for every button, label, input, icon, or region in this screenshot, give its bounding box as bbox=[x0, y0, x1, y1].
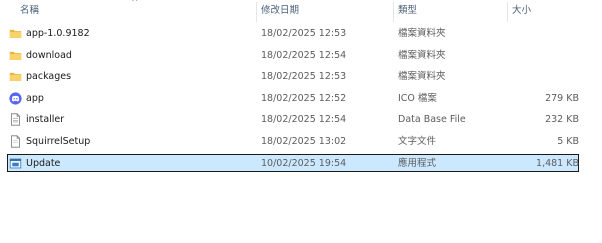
file-name: download bbox=[26, 49, 72, 61]
file-modified-date: 18/02/2025 12:52 bbox=[261, 92, 347, 104]
database-file-icon bbox=[11, 113, 20, 126]
file-rows: app-1.0.9182 18/02/2025 12:53 檔案資料夾 down… bbox=[0, 23, 602, 174]
column-header-type-label: 類型 bbox=[398, 5, 418, 16]
file-type: Data Base File bbox=[398, 114, 466, 126]
file-type: 檔案資料夾 bbox=[398, 71, 446, 83]
application-icon bbox=[9, 158, 22, 168]
file-name: SquirrelSetup bbox=[26, 135, 91, 147]
file-modified-date: 18/02/2025 12:54 bbox=[261, 114, 347, 126]
file-type: 檔案資料夾 bbox=[398, 28, 446, 39]
column-header-date-label: 修改日期 bbox=[261, 5, 300, 16]
file-name: Update bbox=[26, 157, 61, 169]
folder-icon bbox=[9, 73, 22, 82]
file-modified-date: 18/02/2025 12:54 bbox=[261, 49, 347, 61]
folder-icon bbox=[9, 51, 22, 60]
file-type: 文字文件 bbox=[398, 135, 437, 147]
file-row[interactable]: packages 18/02/2025 12:53 檔案資料夾 bbox=[0, 66, 602, 88]
folder-icon bbox=[9, 29, 22, 38]
file-size bbox=[510, 23, 579, 45]
column-header-type[interactable]: 類型 bbox=[393, 0, 505, 22]
file-size bbox=[510, 66, 579, 88]
column-header-bar: 名稱 ^ 修改日期 類型 大小 bbox=[0, 0, 602, 22]
file-type: 應用程式 bbox=[398, 157, 437, 169]
text-file-icon bbox=[11, 135, 20, 148]
file-modified-date: 18/02/2025 12:53 bbox=[261, 28, 347, 39]
column-header-name-label: 名稱 bbox=[20, 5, 40, 16]
file-list-pane: 名稱 ^ 修改日期 類型 大小 app-1.0.9182 18/02/2025 … bbox=[0, 0, 602, 243]
file-size: 1,481 KB bbox=[536, 157, 579, 169]
file-row[interactable]: SquirrelSetup 18/02/2025 13:02 文字文件 5 KB bbox=[0, 131, 602, 153]
file-row[interactable]: app-1.0.9182 18/02/2025 12:53 檔案資料夾 bbox=[0, 23, 602, 45]
file-modified-date: 18/02/2025 12:53 bbox=[261, 71, 347, 83]
file-name: packages bbox=[26, 71, 72, 83]
file-name: installer bbox=[26, 114, 65, 126]
file-row[interactable]: installer 18/02/2025 12:54 Data Base Fil… bbox=[0, 109, 602, 131]
file-type: 檔案資料夾 bbox=[398, 49, 446, 61]
app-discord-icon bbox=[9, 92, 22, 105]
file-size bbox=[510, 45, 579, 67]
file-size: 5 KB bbox=[557, 135, 579, 147]
column-header-date[interactable]: 修改日期 bbox=[256, 0, 392, 22]
sort-ascending-icon: ^ bbox=[131, 0, 139, 8]
file-row[interactable]: app 18/02/2025 12:52 ICO 檔案 279 KB bbox=[0, 88, 602, 110]
file-size: 232 KB bbox=[545, 114, 579, 126]
file-name: app-1.0.9182 bbox=[26, 28, 90, 39]
column-header-size-label: 大小 bbox=[512, 5, 532, 16]
file-modified-date: 18/02/2025 13:02 bbox=[261, 135, 347, 147]
file-row[interactable]: download 18/02/2025 12:54 檔案資料夾 bbox=[0, 45, 602, 67]
file-name: app bbox=[26, 92, 44, 104]
file-size: 279 KB bbox=[545, 92, 579, 104]
file-row-selected[interactable]: Update 10/02/2025 19:54 應用程式 1,481 KB bbox=[0, 153, 602, 175]
column-header-size[interactable]: 大小 bbox=[507, 0, 587, 22]
file-modified-date: 10/02/2025 19:54 bbox=[261, 157, 347, 169]
file-type: ICO 檔案 bbox=[398, 92, 437, 104]
